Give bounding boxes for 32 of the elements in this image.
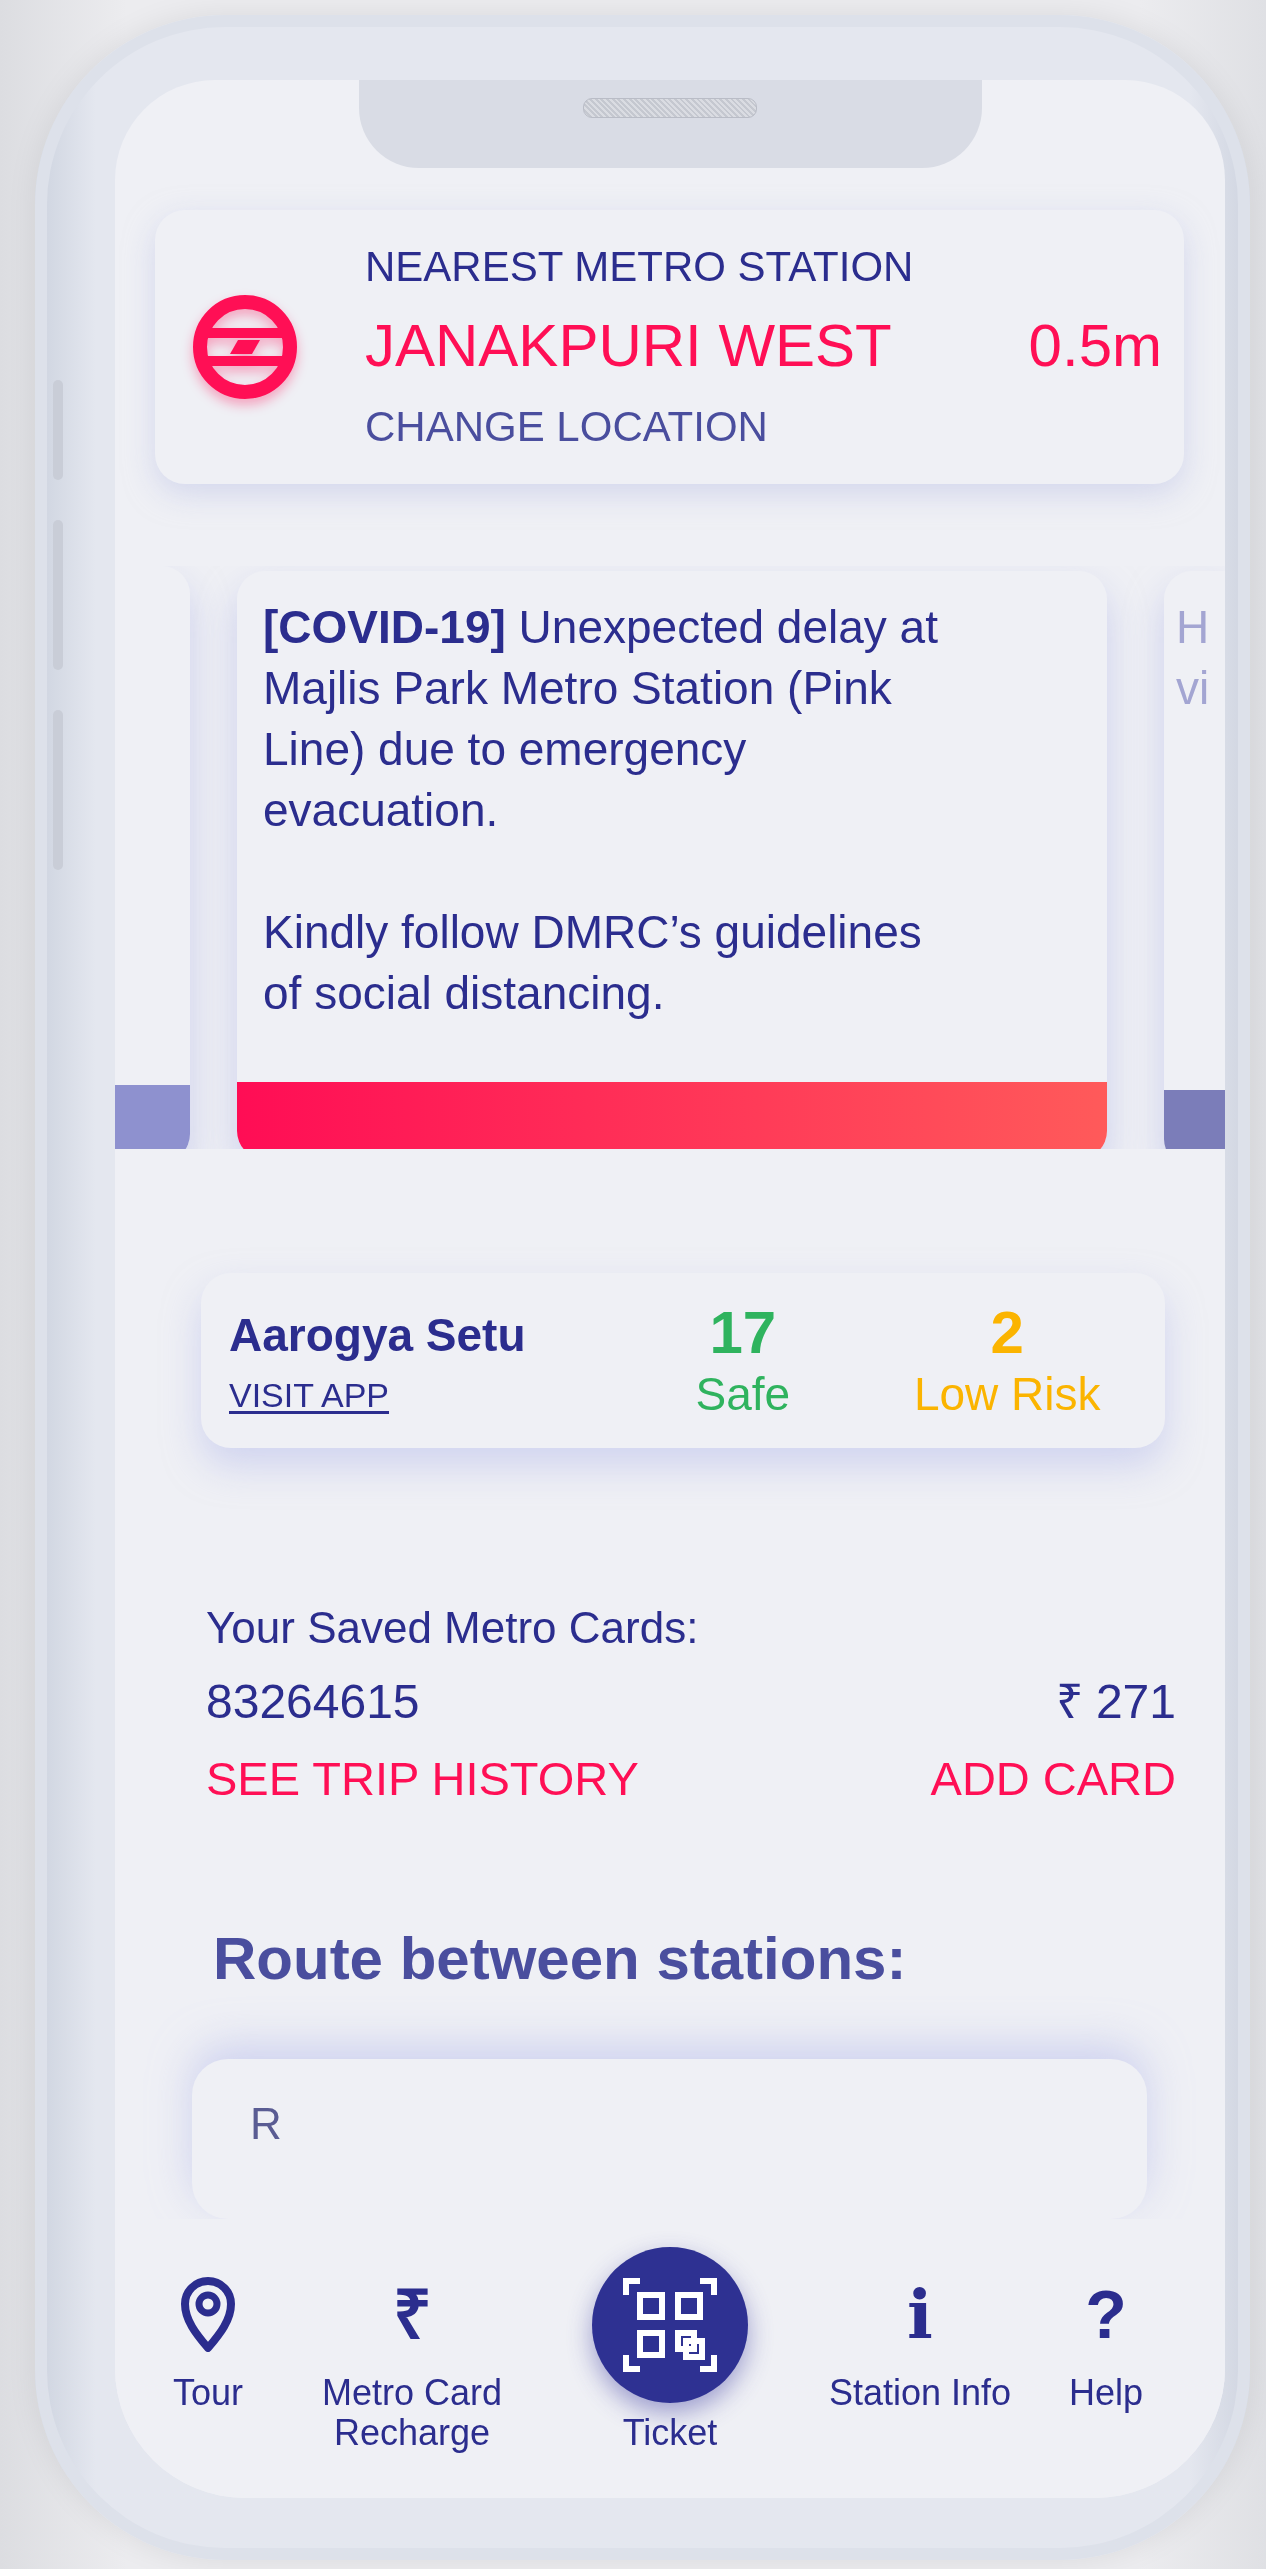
alert-message: H: [1176, 599, 1211, 655]
stat-value: 2: [990, 1299, 1024, 1366]
change-location-link[interactable]: CHANGE LOCATION: [365, 402, 768, 451]
alert-card[interactable]: [115, 565, 190, 1150]
nav-tab[interactable]: Tour: [115, 2269, 301, 2413]
card-number: 83264615: [206, 1674, 420, 1730]
ticket-button[interactable]: [592, 2247, 748, 2403]
alert-card[interactable]: [COVID-19] Unexpected delay at Majlis Park Metro Station (Pink Line) due to emergency evacuation. Kindly follow DMRC’s guidelines of social distancing.: [237, 570, 1107, 1150]
alert-message: [COVID-19] Unexpected delay at Majlis Park Metro Station (Pink Line) due to emergency evacuation.: [263, 599, 939, 838]
app-title: Aarogya Setu: [229, 1307, 526, 1363]
nav-glyph: ?: [1085, 2275, 1127, 2354]
stat-value: 17: [709, 1299, 777, 1366]
card-balance: ₹ 271: [1055, 1674, 1176, 1730]
visit-app-link[interactable]: VISIT APP: [229, 1372, 389, 1417]
nav-tab[interactable]: ? Help: [1023, 2269, 1189, 2413]
location-pin-icon: [180, 2276, 236, 2352]
station-input-field[interactable]: R: [192, 2059, 1147, 2219]
qr-code-icon: [622, 2277, 718, 2373]
nav-glyph: ₹: [392, 2275, 432, 2354]
nav-tab[interactable]: ₹ Metro Card Recharge: [301, 2269, 523, 2453]
section-heading: Route between stations:: [213, 1924, 907, 1994]
nav-label[interactable]: Ticket: [622, 2413, 718, 2453]
distance-text: 0.5m: [1028, 310, 1162, 381]
stat-label: Low Risk: [913, 1366, 1101, 1422]
nav-glyph: i: [907, 2274, 933, 2354]
section-heading: Your Saved Metro Cards:: [206, 1602, 699, 1654]
station-name: JANAKPURI WEST: [365, 310, 892, 381]
alert-message: Kindly follow DMRC’s guidelines of social distancing.: [263, 904, 923, 1021]
alert-message: vi: [1176, 660, 1211, 716]
nav-tab[interactable]: i Station Info: [817, 2269, 1023, 2413]
stat-label: Safe: [695, 1366, 791, 1422]
section-label: NEAREST METRO STATION: [365, 242, 914, 291]
